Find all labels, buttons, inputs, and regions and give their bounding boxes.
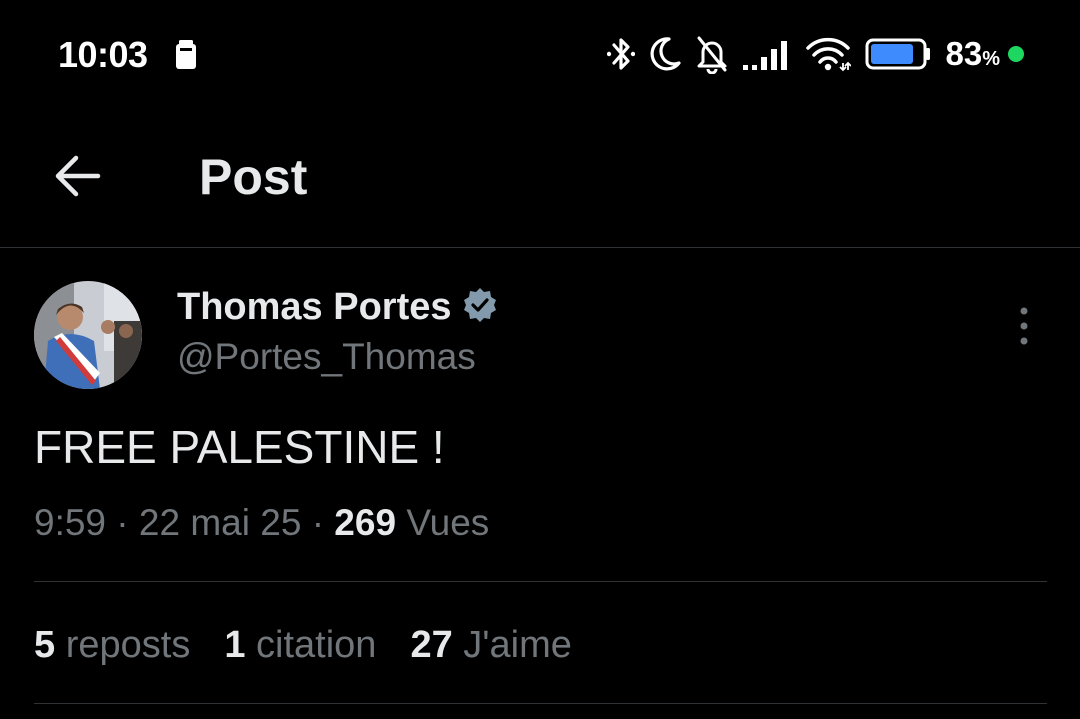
likes-stat[interactable]: 27 J'aime	[410, 624, 571, 667]
reposts-label: reposts	[65, 624, 191, 666]
sim-card-icon	[174, 40, 198, 75]
quotes-stat[interactable]: 1 citation	[224, 624, 376, 667]
battery-icon	[865, 36, 931, 72]
post-time[interactable]: 9:59	[34, 502, 106, 543]
divider	[34, 581, 1047, 582]
signal-icon	[743, 37, 791, 71]
charging-dot-icon	[1008, 46, 1024, 62]
avatar[interactable]	[34, 281, 142, 389]
status-time: 10:03	[58, 34, 148, 75]
wifi-icon	[805, 36, 852, 72]
engagement-stats: 5 reposts 1 citation 27 J'aime	[34, 624, 572, 667]
post-date[interactable]: 22 mai 25	[139, 502, 302, 543]
post-meta: 9:59 · 22 mai 25 · 269 Vues	[34, 502, 489, 544]
divider	[34, 703, 1047, 704]
author-handle[interactable]: @Portes_Thomas	[177, 336, 476, 378]
status-icons: 83%	[607, 32, 1024, 76]
app-bar: Post	[0, 110, 1080, 248]
back-arrow-icon[interactable]	[52, 150, 104, 202]
verified-badge-icon	[462, 287, 498, 328]
quotes-label: citation	[256, 624, 377, 666]
views-label: Vues	[406, 502, 490, 543]
bluetooth-icon	[607, 34, 636, 74]
author-name-row[interactable]: Thomas Portes	[177, 286, 498, 329]
reposts-count: 5	[34, 624, 56, 666]
author-name[interactable]: Thomas Portes	[177, 286, 452, 329]
meta-separator: ·	[116, 502, 129, 543]
battery-percent: 83%	[945, 35, 1000, 72]
bell-off-icon	[695, 34, 729, 74]
views-count: 269	[334, 502, 397, 543]
more-options-icon[interactable]	[1012, 306, 1036, 346]
moon-icon	[649, 35, 682, 73]
status-bar: 10:03 83%	[0, 0, 1080, 110]
likes-label: J'aime	[463, 624, 572, 666]
meta-separator: ·	[311, 502, 325, 543]
post-text: FREE PALESTINE !	[34, 421, 445, 473]
likes-count: 27	[410, 624, 453, 666]
quotes-count: 1	[224, 624, 246, 666]
reposts-stat[interactable]: 5 reposts	[34, 624, 190, 667]
page-title: Post	[199, 149, 308, 205]
